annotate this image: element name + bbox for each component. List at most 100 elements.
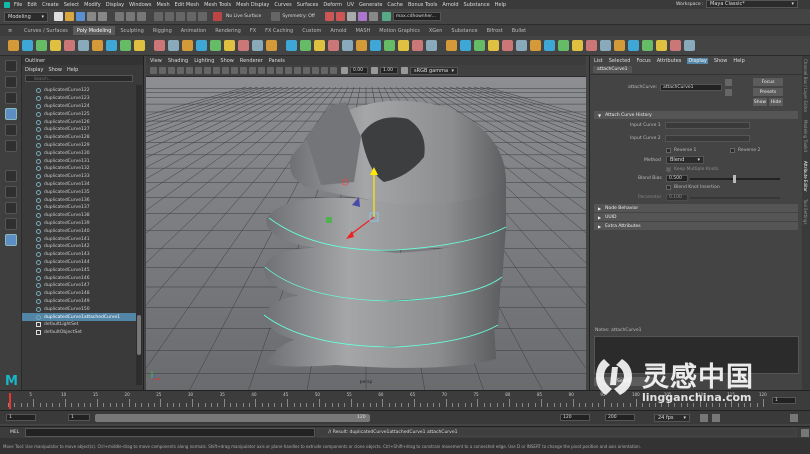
poly-cube-icon[interactable]: [22, 40, 33, 51]
snap-view-icon[interactable]: [187, 12, 196, 21]
boolean-icon[interactable]: [196, 40, 207, 51]
poly-plane-icon[interactable]: [78, 40, 89, 51]
menu-cache[interactable]: Cache: [387, 2, 403, 8]
menu-create[interactable]: Create: [42, 2, 59, 8]
outliner-item[interactable]: duplicatedCurve149: [22, 298, 136, 306]
extrude-icon[interactable]: [238, 40, 249, 51]
menu-deform[interactable]: Deform: [323, 2, 342, 8]
wireframe-icon[interactable]: [240, 67, 247, 74]
outliner-item[interactable]: duplicatedCurve148: [22, 290, 136, 298]
shelf-tab-poly-modeling[interactable]: Poly Modeling: [72, 26, 116, 35]
node-upstream-icon[interactable]: [725, 89, 732, 96]
outliner-item[interactable]: duplicatedCurve122: [22, 87, 136, 95]
lasso-tool-icon[interactable]: [5, 76, 17, 88]
viewport-menu-panels[interactable]: Panels: [269, 58, 285, 64]
current-frame-field[interactable]: 1: [772, 397, 796, 404]
attr-menu-focus[interactable]: Focus: [636, 58, 650, 64]
select-component-icon[interactable]: [137, 12, 146, 21]
xray-joints-icon[interactable]: [330, 67, 337, 74]
menuset-dropdown[interactable]: Modeling ▾: [4, 11, 48, 22]
freeze-transform-icon[interactable]: [474, 40, 485, 51]
outliner-item[interactable]: duplicatedCurve125: [22, 110, 136, 118]
image-plane-icon[interactable]: [177, 67, 184, 74]
menu-edit[interactable]: Edit: [27, 2, 37, 8]
camera-select-icon[interactable]: [150, 67, 157, 74]
menu-surfaces[interactable]: Surfaces: [297, 2, 319, 8]
outliner-item[interactable]: duplicatedCurve144: [22, 259, 136, 267]
four-view-layout-icon[interactable]: [5, 186, 17, 198]
snap-together-icon[interactable]: [502, 40, 513, 51]
attr-menu-list[interactable]: List: [594, 58, 603, 64]
target-weld-icon[interactable]: [314, 40, 325, 51]
camera-attr-icon[interactable]: [159, 67, 166, 74]
paint-select-icon[interactable]: [5, 92, 17, 104]
outliner-item[interactable]: duplicatedCurve133: [22, 173, 136, 181]
color-management-icon[interactable]: [401, 67, 408, 74]
outliner-item[interactable]: duplicatedCurve128: [22, 134, 136, 142]
parameter-slider[interactable]: [690, 197, 780, 199]
cut-uv-icon[interactable]: [398, 40, 409, 51]
shelf-tab-rigging[interactable]: Rigging: [149, 26, 176, 35]
outliner-menu-show[interactable]: Show: [48, 67, 62, 73]
notes-textarea[interactable]: [594, 336, 799, 374]
range-bar[interactable]: [95, 414, 370, 422]
outliner-item[interactable]: duplicatedCurve126: [22, 118, 136, 126]
live-surface-label[interactable]: No Live Surface: [226, 14, 261, 19]
menu-windows[interactable]: Windows: [129, 2, 151, 8]
shelf-tab-fx[interactable]: FX: [246, 26, 260, 35]
snap-curve-icon[interactable]: [165, 12, 174, 21]
platonic-icon[interactable]: [106, 40, 117, 51]
viewport-3d[interactable]: persp: [146, 77, 586, 390]
quad-draw-icon[interactable]: [356, 40, 367, 51]
parameter-field[interactable]: 0.100: [666, 194, 688, 201]
cleanup-icon[interactable]: [614, 40, 625, 51]
command-input[interactable]: [25, 428, 316, 437]
slider-handle[interactable]: [733, 175, 736, 183]
range-inner-end-field[interactable]: 120: [355, 414, 369, 421]
smooth-shade-icon[interactable]: [249, 67, 256, 74]
unfold-icon[interactable]: [426, 40, 437, 51]
outliner-item[interactable]: duplicatedCurve129: [22, 142, 136, 150]
xray-icon[interactable]: [321, 67, 328, 74]
select-tool-icon[interactable]: [5, 60, 17, 72]
reverse1-checkbox[interactable]: Reverse 1: [666, 148, 696, 153]
outliner-item[interactable]: duplicatedCurve145: [22, 266, 136, 274]
crease-icon[interactable]: [656, 40, 667, 51]
menu-substance[interactable]: Substance: [464, 2, 490, 8]
separate-icon[interactable]: [168, 40, 179, 51]
menu-uv[interactable]: UV: [347, 2, 354, 8]
poly-cylinder-icon[interactable]: [36, 40, 47, 51]
outliner-item[interactable]: duplicatedCurve124: [22, 103, 136, 111]
viewport-menu-view[interactable]: View: [150, 58, 162, 64]
show-button[interactable]: Show: [753, 98, 767, 106]
outliner-item[interactable]: duplicatedCurve137: [22, 204, 136, 212]
transform-constraint-icon[interactable]: [558, 40, 569, 51]
audio-icon[interactable]: [712, 414, 720, 422]
focus-button[interactable]: Focus: [753, 78, 783, 86]
poly-sphere-icon[interactable]: [8, 40, 19, 51]
append-icon[interactable]: [286, 40, 297, 51]
render-settings-icon[interactable]: [346, 12, 356, 21]
attach-curve-history-section[interactable]: ▼ Attach Curve History: [594, 111, 798, 119]
outliner-item[interactable]: duplicatedCurve135: [22, 188, 136, 196]
poly-torus-icon[interactable]: [64, 40, 75, 51]
outliner-item[interactable]: duplicatedCurve130: [22, 149, 136, 157]
gamma-field[interactable]: 1.00: [380, 67, 398, 74]
viewport-menu-renderer[interactable]: Renderer: [240, 58, 263, 64]
outliner-menu-display[interactable]: Display: [25, 67, 43, 73]
ambient-occlusion-icon[interactable]: [294, 67, 301, 74]
undo-icon[interactable]: [87, 12, 96, 21]
menu-edit-mesh[interactable]: Edit Mesh: [175, 2, 199, 8]
keep-knots-checkbox[interactable]: Keep Multiple Knots: [666, 167, 719, 172]
outliner-item[interactable]: duplicatedCurve139: [22, 220, 136, 228]
outliner-item[interactable]: duplicatedCurve134: [22, 181, 136, 189]
outliner-layout-icon[interactable]: [5, 218, 17, 230]
center-pivot-icon[interactable]: [460, 40, 471, 51]
super-shape-icon[interactable]: [120, 40, 131, 51]
menu-file[interactable]: File: [14, 2, 22, 8]
select-object-icon[interactable]: [126, 12, 135, 21]
menu-select[interactable]: Select: [64, 2, 79, 8]
single-layout-icon[interactable]: [5, 170, 17, 182]
menu-bonus-tools[interactable]: Bonus Tools: [408, 2, 437, 8]
distribute-icon[interactable]: [530, 40, 541, 51]
